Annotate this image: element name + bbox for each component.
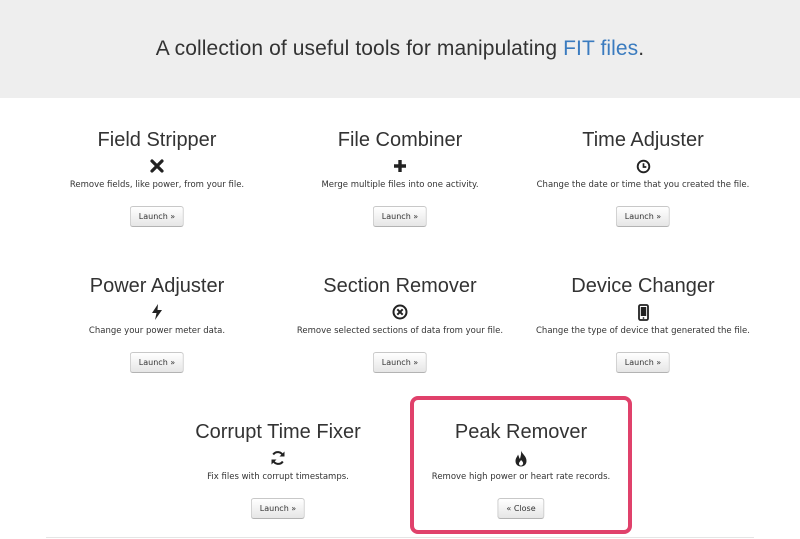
tool-description: Remove selected sections of data from yo… [296,326,504,336]
fit-files-link[interactable]: FIT files [563,37,638,60]
field-stripper-launch-button[interactable]: Launch » [129,206,185,227]
time-adjuster-launch-button[interactable]: Launch » [615,206,671,227]
hero-banner: A collection of useful tools for manipul… [0,0,800,98]
tool-title: File Combiner [337,129,463,151]
tool-description: Change the type of device that generated… [536,326,750,336]
tool-section-remover: Section Remover Remove selected sections… [285,274,515,337]
tool-file-combiner: File Combiner Merge multiple files into … [285,128,515,191]
phone-icon [528,301,758,323]
times-icon [42,155,272,177]
footer-divider [46,537,754,538]
tool-title: Device Changer [571,275,715,297]
file-combiner-launch-button[interactable]: Launch » [372,206,428,227]
clock-icon [528,155,758,177]
tool-description: Change the date or time that you created… [536,180,750,190]
tool-power-adjuster: Power Adjuster Change your power meter d… [42,274,272,337]
tool-corrupt-time-fixer: Corrupt Time Fixer Fix files with corrup… [163,420,393,483]
tool-title: Field Stripper [97,129,217,151]
tool-time-adjuster: Time Adjuster Change the date or time th… [528,128,758,191]
bolt-icon [42,301,272,323]
tool-title: Power Adjuster [89,275,225,297]
device-changer-launch-button[interactable]: Launch » [615,352,671,373]
selected-tool-highlight [410,396,632,534]
refresh-icon [163,447,393,469]
remove-circle-icon [285,301,515,323]
plus-icon [285,155,515,177]
hero-heading: A collection of useful tools for manipul… [156,37,644,61]
tool-description: Change your power meter data. [88,326,226,336]
tool-field-stripper: Field Stripper Remove fields, like power… [42,128,272,191]
corrupt-time-fixer-launch-button[interactable]: Launch » [250,498,306,519]
tool-title: Section Remover [323,275,477,297]
tool-device-changer: Device Changer Change the type of device… [528,274,758,337]
tool-description: Merge multiple files into one activity. [321,180,479,190]
tool-title: Corrupt Time Fixer [195,421,361,443]
tool-description: Remove fields, like power, from your fil… [69,180,245,190]
hero-text: A collection of useful tools for manipul… [155,37,564,60]
power-adjuster-launch-button[interactable]: Launch » [129,352,185,373]
section-remover-launch-button[interactable]: Launch » [372,352,428,373]
tool-title: Time Adjuster [582,129,704,151]
tool-description: Fix files with corrupt timestamps. [207,472,349,482]
hero-period: . [638,37,645,60]
